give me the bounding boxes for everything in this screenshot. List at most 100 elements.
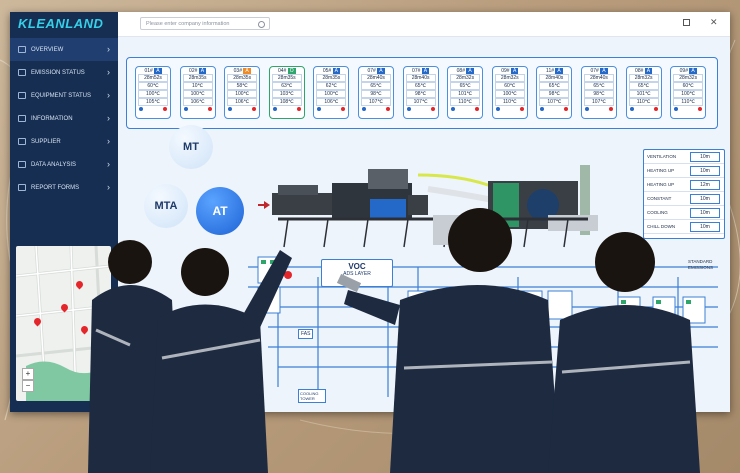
- status-dot-icon: [475, 107, 480, 111]
- unit-card[interactable]: 07# A 28m40s 65℃ 98℃ 107℃: [358, 66, 394, 119]
- cooling-tower-label: COOLING TOWER: [298, 389, 326, 403]
- timing-value[interactable]: 10m: [690, 152, 720, 162]
- chevron-right-icon: ›: [107, 136, 110, 146]
- sidebar-item-emission-status[interactable]: EMISSION STATUS ›: [10, 61, 118, 84]
- mode-mt-button[interactable]: MT: [169, 125, 213, 169]
- app-logo: KLEANLAND: [18, 16, 104, 31]
- unit-id-text: 11#: [546, 68, 555, 74]
- sidebar-item-information[interactable]: INFORMATION ›: [10, 107, 118, 130]
- unit-card[interactable]: 07# A 28m40s 65℃ 98℃ 107℃: [402, 66, 439, 119]
- status-dot-icon: [540, 107, 545, 111]
- timing-value[interactable]: 10m: [690, 194, 720, 204]
- voc-adsorption-layer[interactable]: VOC ADS LAYER: [321, 259, 393, 287]
- unit-temp-2: 98℃: [539, 90, 570, 98]
- close-icon[interactable]: ✕: [710, 18, 718, 27]
- mode-at-button[interactable]: AT: [196, 187, 244, 235]
- standard-emissions-label: STANDARD EMISSIONS: [688, 259, 713, 271]
- status-dot-icon: [519, 107, 524, 111]
- unit-temp-3: 110℃: [450, 98, 481, 106]
- chevron-right-icon: ›: [107, 113, 110, 123]
- unit-time: 28m32s: [628, 74, 659, 82]
- unit-temp-2: 100℃: [673, 90, 704, 98]
- sidebar-item-label: EMISSION STATUS: [31, 69, 85, 76]
- mode-mta-button[interactable]: MTA: [144, 184, 188, 228]
- unit-temp-3: 105℃: [138, 98, 168, 106]
- sidebar-item-equipment-status[interactable]: EQUIPMENT STATUS ›: [10, 84, 118, 107]
- unit-temp-1: 65℃: [584, 82, 614, 90]
- sidebar-item-data-analysis[interactable]: DATA ANALYSIS ›: [10, 153, 118, 176]
- status-dot-icon: [341, 107, 346, 111]
- unit-time: 28m40s: [361, 74, 391, 82]
- unit-card[interactable]: 01# A 28m52s 60℃ 100℃ 105℃: [135, 66, 171, 119]
- unit-temp-2: 98℃: [405, 90, 436, 98]
- search-placeholder: Please enter company information: [146, 21, 230, 27]
- unit-card[interactable]: 11# A 28m40s 65℃ 98℃ 107℃: [536, 66, 573, 119]
- unit-id-text: 01#: [144, 68, 153, 74]
- unit-card[interactable]: 04# O 28m35s 63℃ 103℃ 108℃: [268, 66, 305, 119]
- status-dot-icon: [163, 107, 167, 111]
- unit-time: 28m40s: [405, 74, 436, 82]
- unit-card[interactable]: 05# A 28m35s 62℃ 100℃ 106℃: [313, 66, 350, 119]
- status-dot-icon: [653, 107, 658, 111]
- sidebar-nav: OVERVIEW › EMISSION STATUS › EQUIPMENT S…: [10, 38, 118, 199]
- unit-temp-1: 60℃: [138, 82, 168, 90]
- unit-id-text: 08#: [635, 68, 644, 74]
- timing-value[interactable]: 10m: [690, 166, 720, 176]
- unit-id-text: 09#: [501, 68, 510, 74]
- timing-label: CONSTANT: [647, 196, 672, 201]
- unit-time: 28m35s: [227, 74, 258, 82]
- unit-temp-3: 110℃: [673, 98, 704, 106]
- search-icon[interactable]: [258, 21, 265, 28]
- unit-card[interactable]: 09# A 28m32s 60℃ 100℃ 110℃: [670, 66, 707, 119]
- unit-temp-3: 107℃: [539, 98, 570, 106]
- sidebar-item-report-forms[interactable]: REPORT FORMS ›: [10, 176, 118, 199]
- status-dot-icon: [451, 107, 456, 111]
- unit-temp-1: 60℃: [673, 82, 704, 90]
- sidebar: KLEANLAND OVERVIEW › EMISSION STATUS › E…: [10, 12, 118, 412]
- status-dot-icon: [585, 107, 589, 111]
- sidebar-item-label: DATA ANALYSIS: [31, 161, 77, 168]
- chevron-right-icon: ›: [107, 182, 110, 192]
- top-bar: Please enter company information ✕: [118, 12, 730, 37]
- unit-tag: A: [154, 68, 162, 74]
- status-dot-icon: [317, 107, 322, 111]
- unit-temp-1: 62℃: [316, 82, 347, 90]
- unit-card[interactable]: 08# A 28m32s 65℃ 101℃ 110℃: [447, 66, 484, 119]
- unit-temp-3: 106℃: [316, 98, 347, 106]
- unit-temp-2: 100℃: [182, 90, 213, 98]
- emissions-label: EMISSIONS: [688, 265, 714, 270]
- unit-tag: A: [600, 68, 608, 74]
- unit-card[interactable]: 03# A 28m35s 58℃ 100℃ 106℃: [224, 66, 261, 119]
- timing-label: HEATING UP: [647, 182, 675, 187]
- unit-temp-1: 10℃: [182, 82, 213, 90]
- unit-temp-2: 100℃: [494, 90, 525, 98]
- timing-value[interactable]: 12m: [690, 180, 720, 190]
- unit-temp-1: 65℃: [450, 82, 481, 90]
- timing-value[interactable]: 10m: [690, 222, 720, 232]
- location-map[interactable]: + −: [16, 246, 111, 401]
- unit-id-text: 03#: [233, 68, 242, 74]
- unit-tag: A: [332, 68, 340, 74]
- zoom-in-button[interactable]: +: [22, 368, 34, 380]
- search-input[interactable]: Please enter company information: [140, 17, 270, 30]
- unit-tag: A: [243, 68, 251, 74]
- unit-temp-1: 58℃: [227, 82, 258, 90]
- unit-card[interactable]: 09# A 28m32s 60℃ 100℃ 110℃: [491, 66, 528, 119]
- unit-temp-3: 110℃: [628, 98, 659, 106]
- unit-temp-3: 108℃: [271, 98, 302, 106]
- unit-strip: 01# A 28m52s 60℃ 100℃ 105℃ 02# A 28m35s 10℃ 100℃…: [126, 57, 718, 129]
- logout-icon[interactable]: [683, 19, 690, 26]
- main-panel: 01# A 28m52s 60℃ 100℃ 105℃ 02# A 28m35s 10℃ 100℃…: [118, 37, 730, 412]
- timing-value[interactable]: 10m: [690, 208, 720, 218]
- zoom-out-button[interactable]: −: [22, 380, 34, 392]
- sidebar-item-overview[interactable]: OVERVIEW ›: [10, 38, 118, 61]
- unit-card[interactable]: 02# A 28m35s 10℃ 100℃ 106℃: [179, 66, 216, 119]
- unit-temp-1: 65℃: [539, 82, 570, 90]
- unit-card[interactable]: 07# A 28m40s 65℃ 98℃ 107℃: [581, 66, 617, 119]
- unit-temp-1: 63℃: [271, 82, 302, 90]
- timing-label: COOLING: [647, 210, 668, 215]
- unit-card[interactable]: 08# A 28m32s 65℃ 101℃ 110℃: [625, 66, 662, 119]
- sidebar-item-supplier[interactable]: SUPPLIER ›: [10, 130, 118, 153]
- timing-label: VENTILATION: [647, 154, 677, 159]
- status-dot-icon: [362, 107, 366, 111]
